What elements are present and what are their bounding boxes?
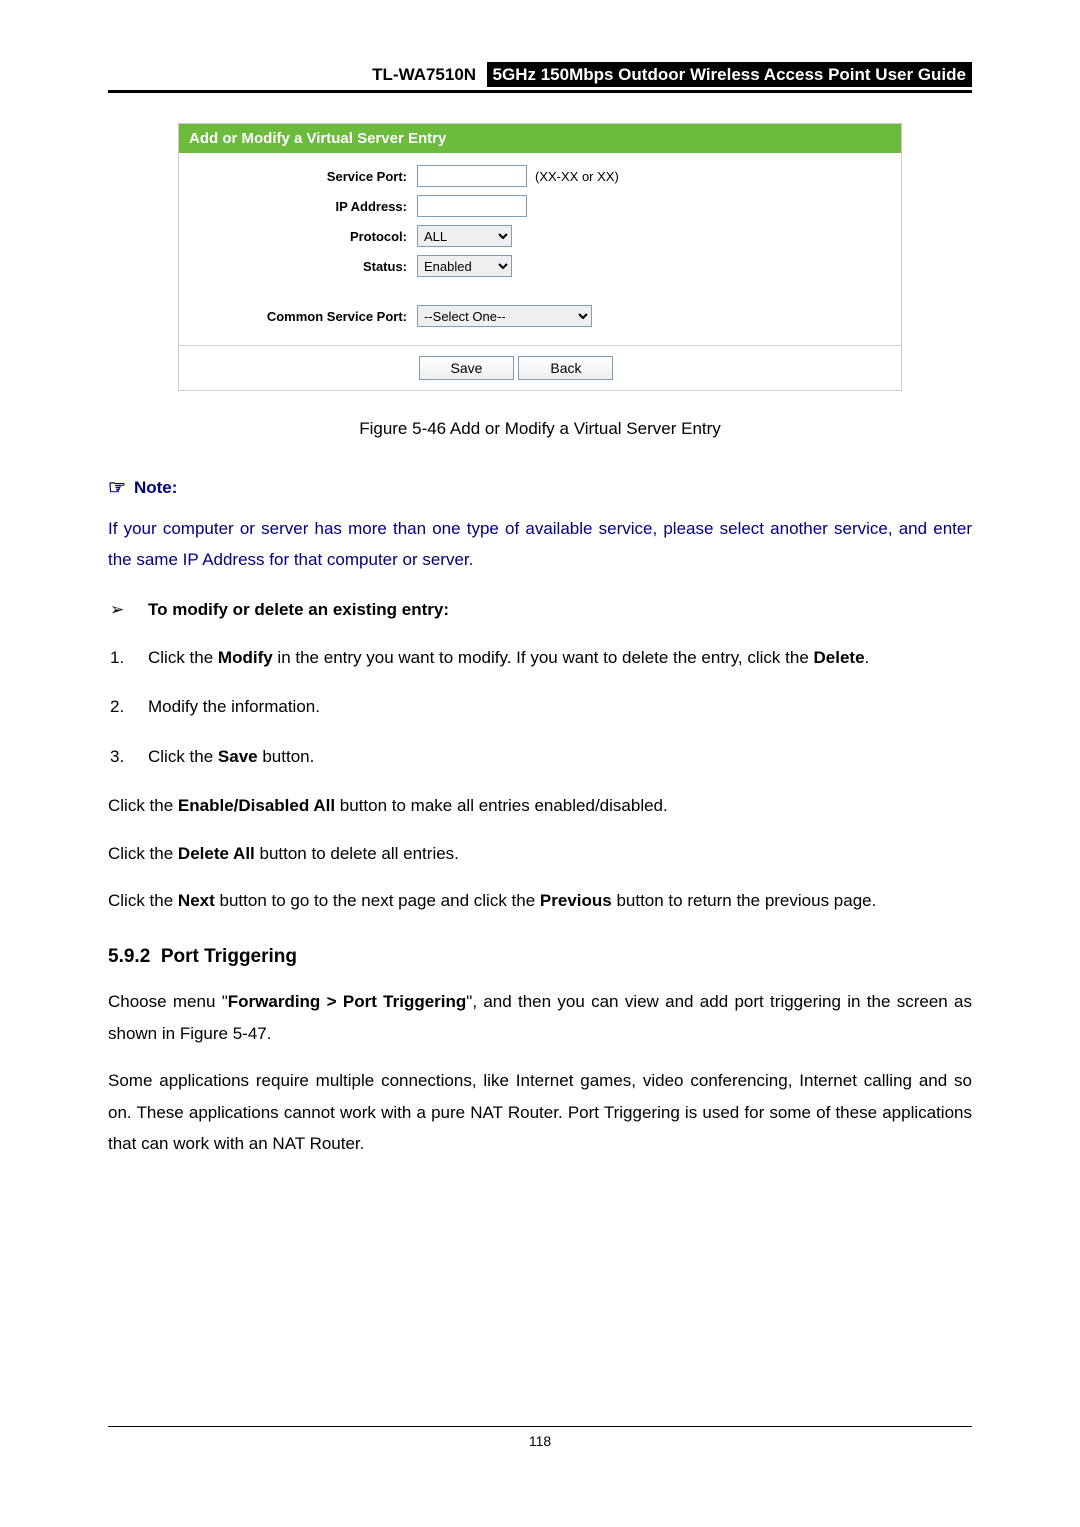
modify-heading: To modify or delete an existing entry: — [148, 595, 449, 626]
protocol-label: Protocol: — [187, 229, 417, 244]
protocol-select[interactable]: ALL — [417, 225, 512, 247]
note-heading: ☞ Note: — [108, 475, 972, 500]
paragraph: Click the Enable/Disabled All button to … — [108, 790, 972, 821]
model-name: TL-WA7510N — [372, 65, 476, 84]
save-button[interactable]: Save — [419, 356, 514, 380]
figure-caption: Figure 5-46 Add or Modify a Virtual Serv… — [108, 419, 972, 439]
list-item: 2. Modify the information. — [108, 691, 972, 722]
common-service-port-select[interactable]: --Select One-- — [417, 305, 592, 327]
paragraph: Click the Delete All button to delete al… — [108, 838, 972, 869]
paragraph: Choose menu "Forwarding > Port Triggerin… — [108, 986, 972, 1049]
common-service-port-label: Common Service Port: — [187, 309, 417, 324]
status-select[interactable]: Enabled — [417, 255, 512, 277]
ip-address-input[interactable] — [417, 195, 527, 217]
list-item: 3. Click the Save button. — [108, 741, 972, 772]
paragraph: Some applications require multiple conne… — [108, 1065, 972, 1159]
page-footer: 118 — [108, 1426, 972, 1449]
paragraph: Click the Next button to go to the next … — [108, 885, 972, 916]
service-port-label: Service Port: — [187, 169, 417, 184]
section-heading: 5.9.2 Port Triggering — [108, 946, 972, 968]
header-rule — [108, 90, 972, 93]
document-title: 5GHz 150Mbps Outdoor Wireless Access Poi… — [487, 62, 972, 87]
page-number: 118 — [529, 1433, 551, 1449]
status-label: Status: — [187, 259, 417, 274]
note-text: If your computer or server has more than… — [108, 514, 972, 575]
document-header: TL-WA7510N 5GHz 150Mbps Outdoor Wireless… — [108, 65, 972, 85]
list-item: 1. Click the Modify in the entry you wan… — [108, 642, 972, 673]
arrow-icon: ➢ — [108, 595, 148, 626]
back-button[interactable]: Back — [518, 356, 613, 380]
service-port-hint: (XX-XX or XX) — [535, 169, 619, 184]
modify-heading-line: ➢ To modify or delete an existing entry: — [108, 595, 972, 626]
form-panel-title: Add or Modify a Virtual Server Entry — [179, 124, 901, 153]
ip-address-label: IP Address: — [187, 199, 417, 214]
pointing-hand-icon: ☞ — [108, 475, 126, 500]
virtual-server-form-panel: Add or Modify a Virtual Server Entry Ser… — [178, 123, 902, 391]
service-port-input[interactable] — [417, 165, 527, 187]
note-label: Note: — [134, 478, 177, 498]
